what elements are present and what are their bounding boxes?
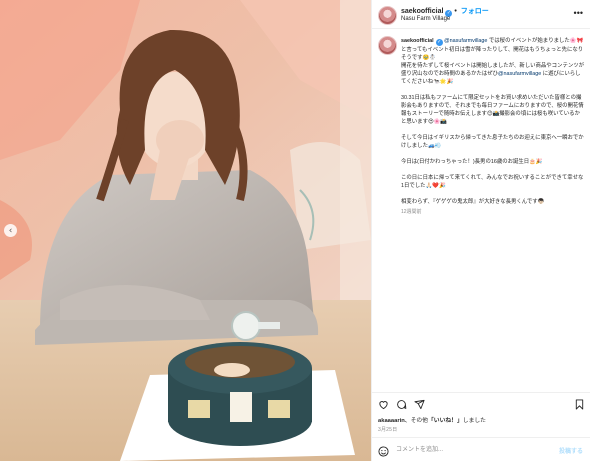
photo-illustration: [0, 0, 371, 461]
caption-area: saekoofficial ✓ @nasufarmvillage では桜のイベント…: [372, 30, 590, 390]
caption-gap: [401, 190, 585, 198]
caption-paragraph: 30.31日は私もファームにて限定セットをお買い求めいただいた皆様との撮影会もあ…: [401, 95, 584, 125]
carousel-dot: [176, 452, 180, 456]
username-link[interactable]: saekoofficial: [401, 8, 443, 15]
post-photo[interactable]: ‹: [0, 0, 371, 461]
more-icon[interactable]: •••: [574, 8, 583, 18]
caption-gap: [401, 126, 585, 134]
heart-icon[interactable]: [378, 399, 389, 410]
carousel-dot-active: [148, 452, 152, 456]
caption-gap: [401, 166, 585, 174]
follow-button[interactable]: フォロー: [461, 8, 489, 15]
comment-bar: 投稿する: [372, 437, 590, 461]
carousel-dots: [148, 452, 201, 456]
action-bar: [372, 392, 590, 414]
carousel-dot: [183, 452, 187, 456]
chevron-left-icon[interactable]: ‹: [4, 224, 17, 237]
separator-dot: •: [452, 8, 459, 15]
carousel-dot: [155, 452, 159, 456]
caption-paragraph: 相変わらず、『ゲゲゲの鬼太郎』が大好きな長男くんです👦🏻: [401, 199, 545, 205]
likes-link[interactable]: 「いいね！」: [428, 418, 463, 424]
carousel-dot: [190, 452, 194, 456]
bookmark-icon[interactable]: [574, 399, 585, 410]
caption-paragraph: 今日は(日付かわっちゃった！)長男の16歳のお誕生日🎂🎉: [401, 159, 543, 165]
carousel-dot: [169, 452, 173, 456]
likes-suffix: しました: [462, 418, 486, 424]
avatar[interactable]: [378, 6, 397, 25]
caption-paragraph: そして今日はイギリスから帰ってきた息子たちのお迎えに東京へ一瞬おでかけしました🚙…: [401, 135, 584, 149]
likes-text: akaaaarin、その他「いいね！」しました: [378, 415, 486, 424]
liker-username[interactable]: akaaaarin: [378, 418, 405, 424]
post-header: saekoofficial ✓ • フォロー Nasu Farm Village …: [372, 0, 590, 29]
caption-line: では桜のイベントが始まりました🌸🎀: [487, 38, 584, 44]
mention-link[interactable]: @nasufarmvillage: [498, 71, 541, 77]
caption-line: と言ってもイベント初日は雪が降ったりして、開花はもうちょっと先になりそうです🥹☃…: [401, 47, 584, 61]
mention-link[interactable]: @nasufarmvillage: [444, 38, 487, 44]
caption-username[interactable]: saekoofficial: [401, 38, 434, 44]
instagram-post: ‹ saekoofficial ✓ • フォロー Nasu Farm Villag…: [0, 0, 590, 461]
carousel-dot: [197, 452, 201, 456]
post-sidebar: saekoofficial ✓ • フォロー Nasu Farm Village …: [371, 0, 590, 461]
emoji-icon[interactable]: [378, 444, 389, 457]
avatar[interactable]: [378, 36, 397, 55]
post-comment-button[interactable]: 投稿する: [559, 446, 583, 455]
caption-paragraph: この日に日本に帰って来てくれて、みんなでお祝いすることができて幸せな1日でした🙏…: [401, 175, 584, 189]
caption-timestamp: 12週間前: [401, 209, 422, 215]
carousel-dot: [162, 452, 166, 456]
post-date: 3月25日: [378, 427, 398, 433]
comment-input[interactable]: [396, 445, 546, 455]
caption-gap: [401, 86, 585, 94]
verified-badge-icon: ✓: [435, 39, 443, 46]
comment-icon[interactable]: [396, 399, 407, 410]
location-link[interactable]: Nasu Farm Village: [401, 16, 450, 22]
share-icon[interactable]: [414, 399, 425, 410]
caption-text: saekoofficial ✓ @nasufarmvillage では桜のイベント…: [401, 37, 585, 216]
likes-rest: 、その他: [404, 418, 428, 424]
caption-gap: [401, 150, 585, 158]
